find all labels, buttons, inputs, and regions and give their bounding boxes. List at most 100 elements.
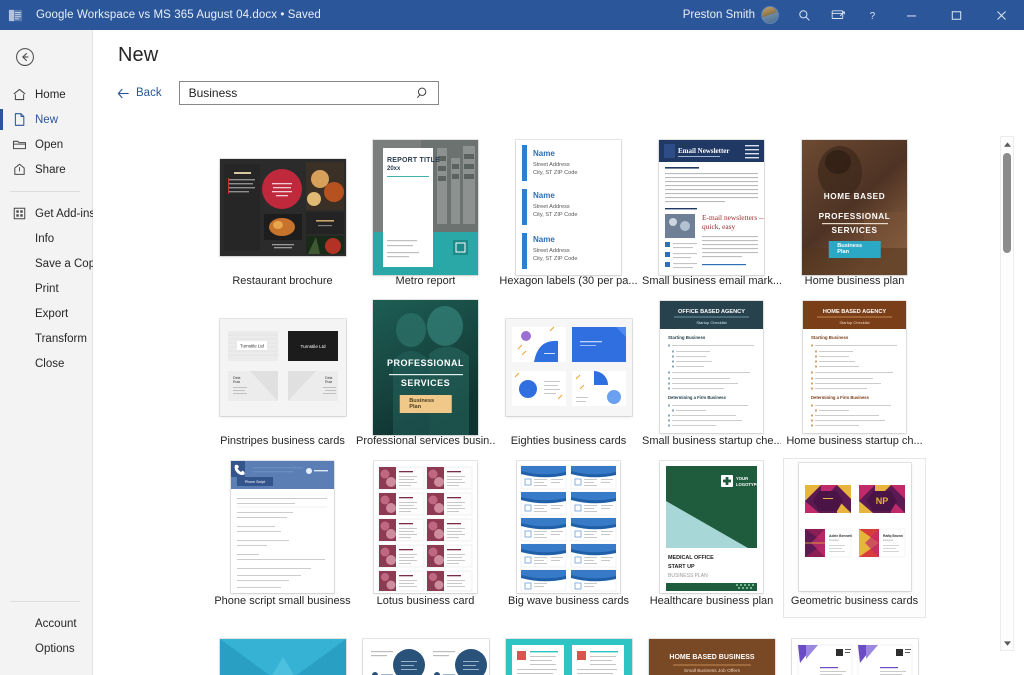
template-card[interactable]: PROFESSIONAL SERVICES Business Plan Prof… — [354, 298, 497, 458]
back-link[interactable]: Back — [111, 83, 168, 103]
minimize-button[interactable] — [889, 0, 934, 30]
pro-services-button: Business Plan — [399, 395, 452, 413]
sidebar-item-home[interactable]: Home — [0, 82, 92, 107]
sidebar-item-export[interactable]: Export — [0, 301, 92, 326]
small-business-startup-checklist-thumbnail: OFFICE BASED AGENCY Startup Checklist St… — [660, 301, 763, 433]
geometric-cards-thumbnail: NP Adele Bennett Founder — [799, 463, 911, 591]
sidebar-item-share[interactable]: Share — [0, 157, 92, 182]
sidebar-item-options[interactable]: Options — [0, 636, 92, 661]
svg-text:Small Business Job Offers: Small Business Job Offers — [683, 668, 740, 674]
search-icon[interactable] — [787, 0, 821, 30]
sidebar-item-transform[interactable]: Transform — [0, 326, 92, 351]
new-template-pane: New Back — [93, 30, 1024, 675]
scroll-up-arrow-icon[interactable] — [1000, 137, 1014, 151]
metro-report-title: REPORT TITLE — [387, 157, 440, 164]
svg-text:Turnstile Ltd: Turnstile Ltd — [240, 343, 265, 348]
template-card[interactable]: HOME BASED PROFESSIONAL SERVICES Busines… — [783, 138, 926, 298]
home-business-line3: SERVICES — [802, 226, 907, 235]
template-card[interactable]: Name Name Name Street AddressCity, ST ZI… — [497, 138, 640, 298]
svg-text:Turnstile Ltd: Turnstile Ltd — [300, 344, 326, 349]
home-business-button: Business Plan — [828, 241, 881, 258]
svg-text:City, ST ZIP Code: City, ST ZIP Code — [533, 170, 577, 176]
template-card[interactable]: Turnstile Ltd Turnstile Ltd Dela Ruiz — [211, 298, 354, 458]
template-card[interactable] — [497, 618, 640, 675]
template-thumbnail: OFFICE BASED AGENCY Startup Checklist St… — [644, 303, 779, 431]
template-card[interactable]: Eighties business cards — [497, 298, 640, 458]
sidebar-item-label: Account — [35, 618, 77, 630]
lotus-business-card-thumbnail — [374, 461, 477, 593]
template-card-geometric[interactable]: NP Adele Bennett Founder — [783, 458, 926, 618]
svg-text:Street Address: Street Address — [533, 162, 570, 168]
template-gallery-scroll-area[interactable]: Restaurant brochure — [93, 136, 1024, 675]
sidebar-item-open[interactable]: Open — [0, 132, 92, 157]
sidebar-item-new[interactable]: New — [0, 107, 92, 132]
sidebar-item-print[interactable]: Print — [0, 276, 92, 301]
template-thumbnail: Turnstile Ltd Turnstile Ltd Dela Ruiz — [215, 303, 350, 431]
ribbon-display-options-icon[interactable] — [821, 0, 855, 30]
svg-text:Email Newsletter: Email Newsletter — [678, 147, 730, 155]
template-thumbnail — [501, 463, 636, 591]
back-arrow-icon[interactable] — [10, 42, 40, 72]
search-icon[interactable] — [414, 84, 432, 102]
home-based-business-doc-thumbnail: HOME BASED BUSINESS Small Business Job O… — [649, 639, 775, 675]
template-card[interactable]: Phone Script — [211, 458, 354, 618]
sidebar-item-account[interactable]: Account — [0, 611, 92, 636]
word-app-icon[interactable] — [0, 0, 30, 30]
sidebar-spacer — [0, 376, 92, 592]
svg-text:Street Address: Street Address — [533, 248, 570, 254]
template-thumbnail: PROFESSIONAL SERVICES Business Plan — [358, 303, 493, 431]
svg-text:Determining a Firm Business: Determining a Firm Business — [668, 395, 727, 400]
template-card[interactable]: REPORT TITLE 20xx Metro report — [354, 138, 497, 298]
blue-fold-thumbnail — [220, 639, 346, 675]
template-card[interactable]: Lotus business card — [354, 458, 497, 618]
search-input[interactable] — [189, 86, 414, 100]
svg-text:Starting Business: Starting Business — [668, 335, 706, 340]
template-thumbnail — [501, 623, 636, 675]
sidebar-item-label: Options — [35, 643, 75, 655]
template-thumbnail — [501, 303, 636, 431]
template-card[interactable]: Big wave business cards — [497, 458, 640, 618]
account-button[interactable]: Preston Smith — [675, 0, 787, 30]
svg-text:Determining a Firm Business: Determining a Firm Business — [811, 395, 870, 400]
scrollbar-track[interactable] — [1000, 151, 1014, 636]
svg-text:Phone Script: Phone Script — [245, 480, 266, 484]
sidebar-item-label: Transform — [35, 333, 87, 345]
scroll-down-arrow-icon[interactable] — [1000, 636, 1014, 650]
template-card[interactable]: HOME BASED BUSINESS Small Business Job O… — [640, 618, 783, 675]
svg-text:LOGOTYPE: LOGOTYPE — [736, 482, 759, 487]
sidebar-item-info[interactable]: Info — [0, 226, 92, 251]
template-caption: Professional services busin... — [356, 435, 495, 447]
sidebar-item-get-add-ins[interactable]: Get Add-ins — [0, 201, 92, 226]
template-card[interactable] — [783, 618, 926, 675]
template-card[interactable]: Restaurant brochure — [211, 138, 354, 298]
restaurant-brochure-thumbnail — [220, 159, 346, 256]
svg-text:Startup Checklist: Startup Checklist — [839, 320, 870, 325]
scrollbar-thumb[interactable] — [1003, 153, 1011, 253]
svg-text:MEDICAL OFFICE: MEDICAL OFFICE — [668, 555, 714, 561]
hexagon-labels-thumbnail: Name Name Name Street AddressCity, ST ZI… — [516, 140, 621, 275]
open-folder-icon — [12, 137, 27, 152]
sidebar-item-close[interactable]: Close — [0, 351, 92, 376]
template-card[interactable]: OFFICE BASED AGENCY Startup Checklist St… — [640, 298, 783, 458]
svg-text:Ruiz: Ruiz — [325, 380, 332, 384]
svg-text:Rafiq Brown: Rafiq Brown — [883, 534, 903, 538]
metro-report-year: 20xx — [387, 166, 400, 172]
pinstripes-cards-thumbnail: Turnstile Ltd Turnstile Ltd Dela Ruiz — [220, 319, 346, 416]
svg-text:Name: Name — [533, 235, 555, 244]
sidebar-item-save-a-copy[interactable]: Save a Copy — [0, 251, 92, 276]
help-icon[interactable]: ? — [855, 0, 889, 30]
template-card[interactable] — [354, 618, 497, 675]
gallery-scrollbar[interactable] — [1000, 136, 1014, 651]
template-card[interactable]: HOME BASED AGENCY Startup Checklist Star… — [783, 298, 926, 458]
template-caption: Pinstripes business cards — [220, 435, 345, 447]
maximize-button[interactable] — [934, 0, 979, 30]
template-card[interactable]: Email Newsletter — [640, 138, 783, 298]
svg-text:HOME BASED AGENCY: HOME BASED AGENCY — [823, 309, 886, 315]
close-button[interactable] — [979, 0, 1024, 30]
svg-text:City, ST ZIP Code: City, ST ZIP Code — [533, 212, 577, 218]
template-card[interactable] — [211, 618, 354, 675]
metro-report-thumbnail: REPORT TITLE 20xx — [373, 140, 478, 275]
template-search-box[interactable] — [179, 81, 439, 105]
pro-services-line1: PROFESSIONAL — [373, 358, 478, 368]
template-card[interactable]: YOUR LOGOTYPE MEDICAL OFFICE START UP BU… — [640, 458, 783, 618]
